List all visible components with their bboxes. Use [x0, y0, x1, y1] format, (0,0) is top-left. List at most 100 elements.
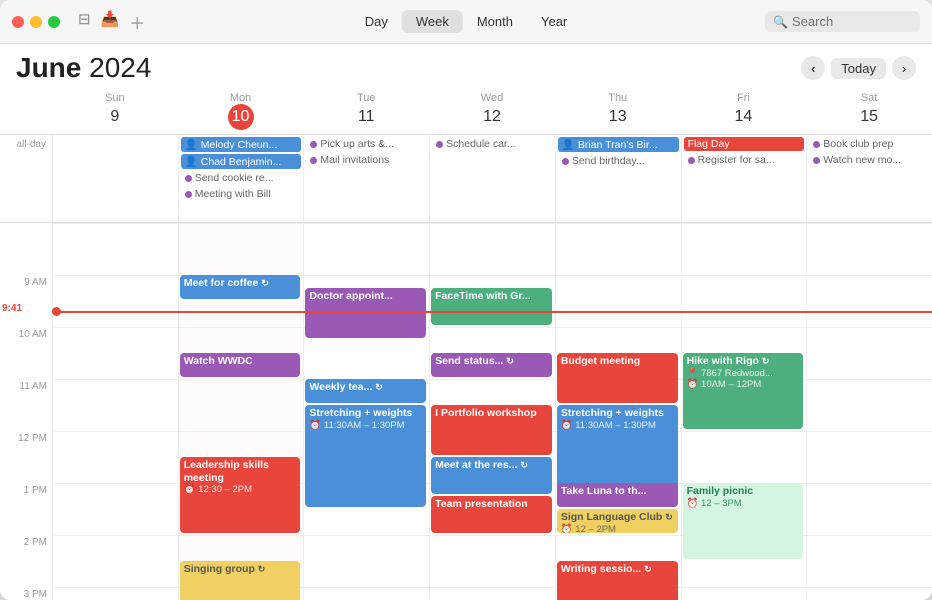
- time-cell-d6-h13[interactable]: [806, 483, 932, 535]
- time-cell-d0-h10[interactable]: [52, 327, 178, 379]
- time-cell-d5-h8[interactable]: [681, 223, 807, 275]
- calendar-event[interactable]: Writing sessio... ↻: [557, 561, 678, 600]
- allday-sat: Book club prep Watch new mo...: [806, 135, 932, 222]
- calendar-event[interactable]: I Portfolio workshop: [431, 405, 552, 455]
- time-cell-d0-h8[interactable]: [52, 223, 178, 275]
- time-cell-d0-h12[interactable]: [52, 431, 178, 483]
- time-label-8: [0, 223, 52, 275]
- allday-event[interactable]: Meeting with Bill: [181, 187, 302, 201]
- minimize-button[interactable]: [30, 16, 42, 28]
- calendar-event[interactable]: Budget meeting: [557, 353, 678, 403]
- allday-event[interactable]: 👤 Chad Benjamin...: [181, 154, 302, 169]
- time-cell-d3-h15[interactable]: [429, 587, 555, 600]
- calendar-event[interactable]: Meet for coffee ↻: [180, 275, 301, 299]
- allday-event[interactable]: 👤 Brian Tran's Bir...: [558, 137, 679, 152]
- allday-event[interactable]: Mail invitations: [306, 153, 427, 167]
- day-header-wed: Wed 12: [429, 88, 555, 134]
- time-cell-d5-h15[interactable]: [681, 587, 807, 600]
- time-cell-d1-h11[interactable]: [178, 379, 304, 431]
- allday-event[interactable]: Register for sa...: [684, 153, 805, 167]
- allday-event[interactable]: Pick up arts &...: [306, 137, 427, 151]
- maximize-button[interactable]: [48, 16, 60, 28]
- time-label-9: 9 AM: [0, 275, 52, 327]
- allday-event[interactable]: Book club prep: [809, 137, 930, 151]
- time-cell-d1-h8[interactable]: [178, 223, 304, 275]
- allday-wed: Schedule car...: [429, 135, 555, 222]
- calendar-window: ⊟ 📥 ＋ Day Week Month Year 🔍 June 2024 ‹ …: [0, 0, 932, 600]
- allday-event[interactable]: 👤 Melody Cheun...: [181, 137, 302, 152]
- time-cell-d3-h8[interactable]: [429, 223, 555, 275]
- time-cell-d0-h9[interactable]: [52, 275, 178, 327]
- inbox-icon: 📥: [101, 10, 120, 34]
- allday-event[interactable]: Watch new mo...: [809, 153, 930, 167]
- tab-day[interactable]: Day: [351, 10, 402, 33]
- time-cell-d6-h9[interactable]: [806, 275, 932, 327]
- day-header-tue: Tue 11: [303, 88, 429, 134]
- search-input[interactable]: [792, 14, 912, 29]
- time-cell-d6-h12[interactable]: [806, 431, 932, 483]
- day-header-sun: Sun 9: [52, 88, 178, 134]
- day-header-sat: Sat 15: [806, 88, 932, 134]
- time-label-14: 2 PM: [0, 535, 52, 587]
- calendar-event[interactable]: Watch WWDC: [180, 353, 301, 377]
- search-icon: 🔍: [773, 15, 788, 29]
- close-button[interactable]: [12, 16, 24, 28]
- calendar-event[interactable]: Send status... ↻: [431, 353, 552, 377]
- calendar-event[interactable]: Meet at the res... ↻: [431, 457, 552, 494]
- today-button[interactable]: Today: [831, 58, 886, 79]
- search-box[interactable]: 🔍: [765, 11, 920, 32]
- time-cell-d0-h13[interactable]: [52, 483, 178, 535]
- tab-month[interactable]: Month: [463, 10, 527, 33]
- tab-week[interactable]: Week: [402, 10, 463, 33]
- prev-button[interactable]: ‹: [801, 56, 825, 80]
- calendar-event[interactable]: Sign Language Club ↻⏰ 12 – 2PM: [557, 509, 678, 533]
- time-cell-d2-h15[interactable]: [303, 587, 429, 600]
- allday-tue: Pick up arts &... Mail invitations: [303, 135, 429, 222]
- allday-event[interactable]: Schedule car...: [432, 137, 553, 151]
- time-cell-d2-h8[interactable]: [303, 223, 429, 275]
- time-cell-d6-h14[interactable]: [806, 535, 932, 587]
- time-cell-d4-h9[interactable]: [555, 275, 681, 327]
- time-cell-d6-h10[interactable]: [806, 327, 932, 379]
- calendar-grid: Sun 9 Mon 10 Tue 11 Wed 12 Thu 13 Fri 14: [0, 88, 932, 600]
- calendar-event[interactable]: Singing group ↻: [180, 561, 301, 600]
- time-label-13: 1 PM: [0, 483, 52, 535]
- day-header-mon: Mon 10: [178, 88, 304, 134]
- calendar-event[interactable]: FaceTime with Gr...: [431, 288, 552, 325]
- calendar-event[interactable]: Doctor appoint...: [305, 288, 426, 338]
- calendar-event[interactable]: Take Luna to th...: [557, 483, 678, 507]
- time-cell-d3-h14[interactable]: [429, 535, 555, 587]
- next-button[interactable]: ›: [892, 56, 916, 80]
- time-cell-d6-h8[interactable]: [806, 223, 932, 275]
- allday-event[interactable]: Send birthday...: [558, 154, 679, 168]
- calendar-event[interactable]: Family picnic⏰ 12 – 3PM: [683, 483, 804, 559]
- sidebar-icon: ⊟: [78, 10, 91, 34]
- calendar-event[interactable]: Team presentation: [431, 496, 552, 533]
- allday-event[interactable]: Flag Day: [684, 137, 805, 151]
- time-label-11: 11 AM: [0, 379, 52, 431]
- time-cell-d5-h12[interactable]: [681, 431, 807, 483]
- time-cell-d4-h8[interactable]: [555, 223, 681, 275]
- allday-event[interactable]: Send cookie re...: [181, 171, 302, 185]
- time-cell-d0-h15[interactable]: [52, 587, 178, 600]
- time-cell-d6-h15[interactable]: [806, 587, 932, 600]
- time-cell-d6-h11[interactable]: [806, 379, 932, 431]
- calendar-event[interactable]: Stretching + weights⏰ 11:30AM – 1:30PM: [305, 405, 426, 507]
- person-icon: 👤: [185, 155, 198, 168]
- calendar-event[interactable]: Weekly tea... ↻: [305, 379, 426, 403]
- calendar-event[interactable]: Leadership skills meeting⏰ 12:30 – 2PM: [180, 457, 301, 533]
- time-label-12: 12 PM: [0, 431, 52, 483]
- person-icon: 👤: [562, 138, 575, 151]
- view-tabs: Day Week Month Year: [351, 10, 582, 33]
- time-cell-d2-h14[interactable]: [303, 535, 429, 587]
- allday-thu: 👤 Brian Tran's Bir... Send birthday...: [555, 135, 681, 222]
- allday-sun: [52, 135, 178, 222]
- time-grid: 9 AM10 AM11 AM12 PM1 PM2 PM3 PM4 PM5 PM6…: [0, 223, 932, 600]
- sidebar-toggle[interactable]: ⊟ 📥 ＋: [78, 10, 145, 34]
- add-event-button[interactable]: ＋: [129, 10, 145, 34]
- calendar-event[interactable]: Hike with Rigo ↻📍 7867 Redwood...⏰ 10AM …: [683, 353, 804, 429]
- time-cell-d5-h9[interactable]: [681, 275, 807, 327]
- time-cell-d0-h11[interactable]: [52, 379, 178, 431]
- time-cell-d0-h14[interactable]: [52, 535, 178, 587]
- tab-year[interactable]: Year: [527, 10, 581, 33]
